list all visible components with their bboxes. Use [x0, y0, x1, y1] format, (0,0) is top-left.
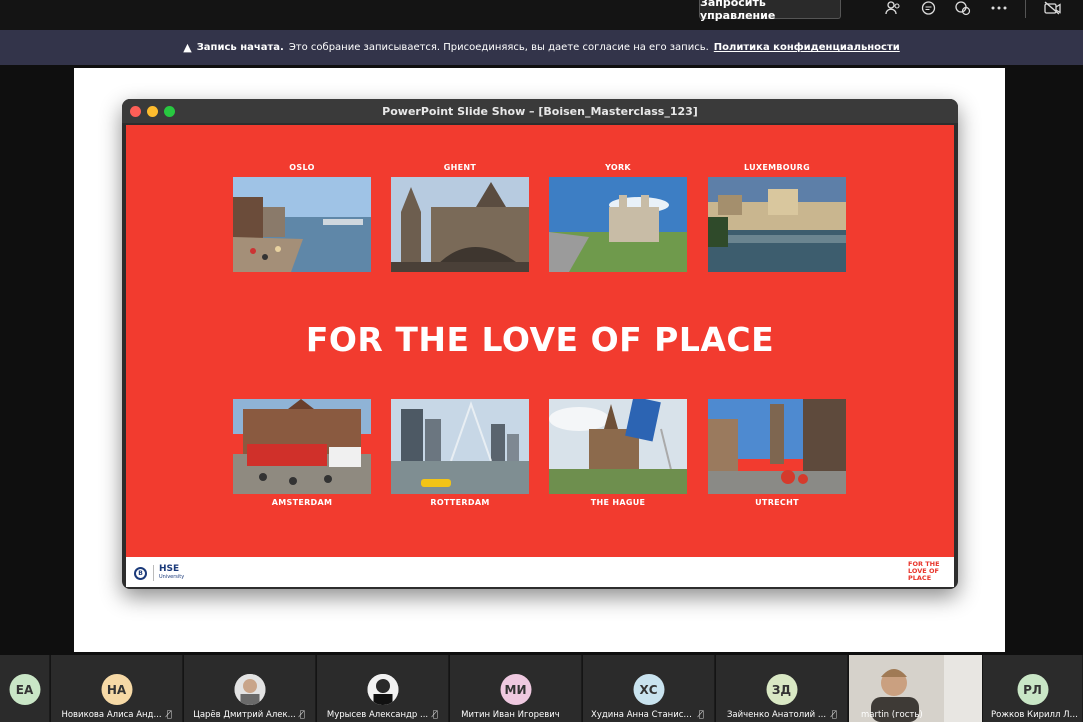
maximize-window-icon[interactable] — [164, 106, 175, 117]
participant-name: Новикова Алиса Анд... — [61, 710, 162, 720]
avatar: ЕА — [9, 674, 40, 705]
recording-message: Это собрание записывается. Присоединяясь… — [288, 42, 709, 53]
participant-name: Мурысев Александр ... — [326, 710, 429, 720]
participant-tile[interactable]: МИ Митин Иван Игоревич — [450, 655, 582, 722]
mic-off-icon: 🎙̸ — [831, 710, 837, 720]
participant-name: Царёв Дмитрий Алек... — [193, 710, 296, 720]
window-title: PowerPoint Slide Show – [Boisen_Mastercl… — [122, 99, 958, 123]
participant-tile[interactable]: ЗД Зайченко Анатолий ... 🎙̸ — [716, 655, 848, 722]
toolbar-divider — [1025, 0, 1026, 18]
request-control-button[interactable]: Запросить управление — [699, 0, 841, 22]
recording-title: Запись начата. — [196, 42, 284, 53]
city-label: UTRECHT — [755, 498, 799, 507]
participant-video-tile[interactable]: martin (гость) — [849, 655, 982, 722]
hse-logo: B HSE University — [134, 565, 184, 581]
city-label: OSLO — [289, 163, 315, 172]
participant-tile[interactable]: РЛ Рожков Кирилл Льво... — [983, 655, 1083, 722]
avatar: ЗД — [766, 674, 797, 705]
participant-name: martin (гость) — [861, 710, 923, 720]
city-label: LUXEMBOURG — [743, 163, 811, 172]
chat-icon[interactable] — [917, 0, 939, 16]
participant-tile[interactable]: НА Новикова Алиса Анд... 🎙̸ — [51, 655, 183, 722]
camera-off-icon[interactable] — [1042, 0, 1064, 16]
participant-name: Зайченко Анатолий ... — [726, 710, 827, 720]
avatar: НА — [101, 674, 132, 705]
ghent-photo — [391, 177, 529, 272]
powerpoint-window: PowerPoint Slide Show – [Boisen_Mastercl… — [122, 99, 958, 589]
avatar: ХС — [633, 674, 664, 705]
participant-name: Рожков Кирилл Льво... — [991, 710, 1082, 720]
hse-emblem-icon: B — [134, 566, 147, 580]
rotterdam-photo — [391, 399, 529, 494]
close-window-icon[interactable] — [130, 106, 141, 117]
avatar: МИ — [500, 674, 531, 705]
city-label: AMSTERDAM — [271, 498, 333, 507]
utrecht-photo — [708, 399, 846, 494]
mic-off-icon: 🎙̸ — [299, 710, 305, 720]
meeting-top-bar: Запросить управление — [0, 0, 1083, 30]
the-hague-photo — [549, 399, 687, 494]
footer-brand-mark: FOR THE LOVE OF PLACE — [908, 560, 940, 582]
mic-off-icon: 🎙̸ — [166, 710, 172, 720]
people-icon[interactable] — [882, 0, 904, 16]
slide[interactable]: OSLO GHENT YORK LUXEMBOURG FOR THE LOVE … — [126, 125, 954, 557]
city-label: GHENT — [443, 163, 477, 172]
warning-icon: ▲ — [183, 41, 192, 54]
hse-wordmark: HSE University — [153, 565, 184, 581]
more-icon[interactable] — [988, 0, 1010, 16]
mic-off-icon: 🎙̸ — [698, 710, 704, 720]
city-label: YORK — [605, 163, 631, 172]
mic-off-icon: 🎙̸ — [432, 710, 438, 720]
participant-tile[interactable]: Царёв Дмитрий Алек... 🎙̸ — [184, 655, 316, 722]
avatar — [367, 674, 398, 705]
participant-name: Худина Анна Станисл... — [591, 710, 697, 720]
slide-footer: B HSE University FOR THE LOVE OF PLACE — [126, 557, 954, 587]
reactions-icon[interactable] — [952, 0, 974, 16]
york-photo — [549, 177, 687, 272]
avatar — [234, 674, 265, 705]
participant-tile[interactable]: Мурысев Александр ... 🎙̸ — [317, 655, 449, 722]
minimize-window-icon[interactable] — [147, 106, 158, 117]
participants-strip: ЕА НА Новикова Алиса Анд... 🎙̸ Царёв Дми… — [0, 655, 1083, 722]
city-label: THE HAGUE — [590, 498, 646, 507]
participant-name: Митин Иван Игоревич — [461, 710, 560, 720]
privacy-policy-link[interactable]: Политика конфиденциальности — [714, 42, 900, 53]
luxembourg-photo — [708, 177, 846, 272]
slide-headline: FOR THE LOVE OF PLACE — [305, 320, 775, 359]
city-label: ROTTERDAM — [430, 498, 490, 507]
amsterdam-photo — [233, 399, 371, 494]
recording-banner: ▲ Запись начата. Это собрание записывает… — [0, 30, 1083, 65]
participant-tile[interactable]: ЕА — [0, 655, 50, 722]
oslo-photo — [233, 177, 371, 272]
participant-tile[interactable]: ХС Худина Анна Станисл... 🎙̸ — [583, 655, 715, 722]
avatar: РЛ — [1017, 674, 1048, 705]
